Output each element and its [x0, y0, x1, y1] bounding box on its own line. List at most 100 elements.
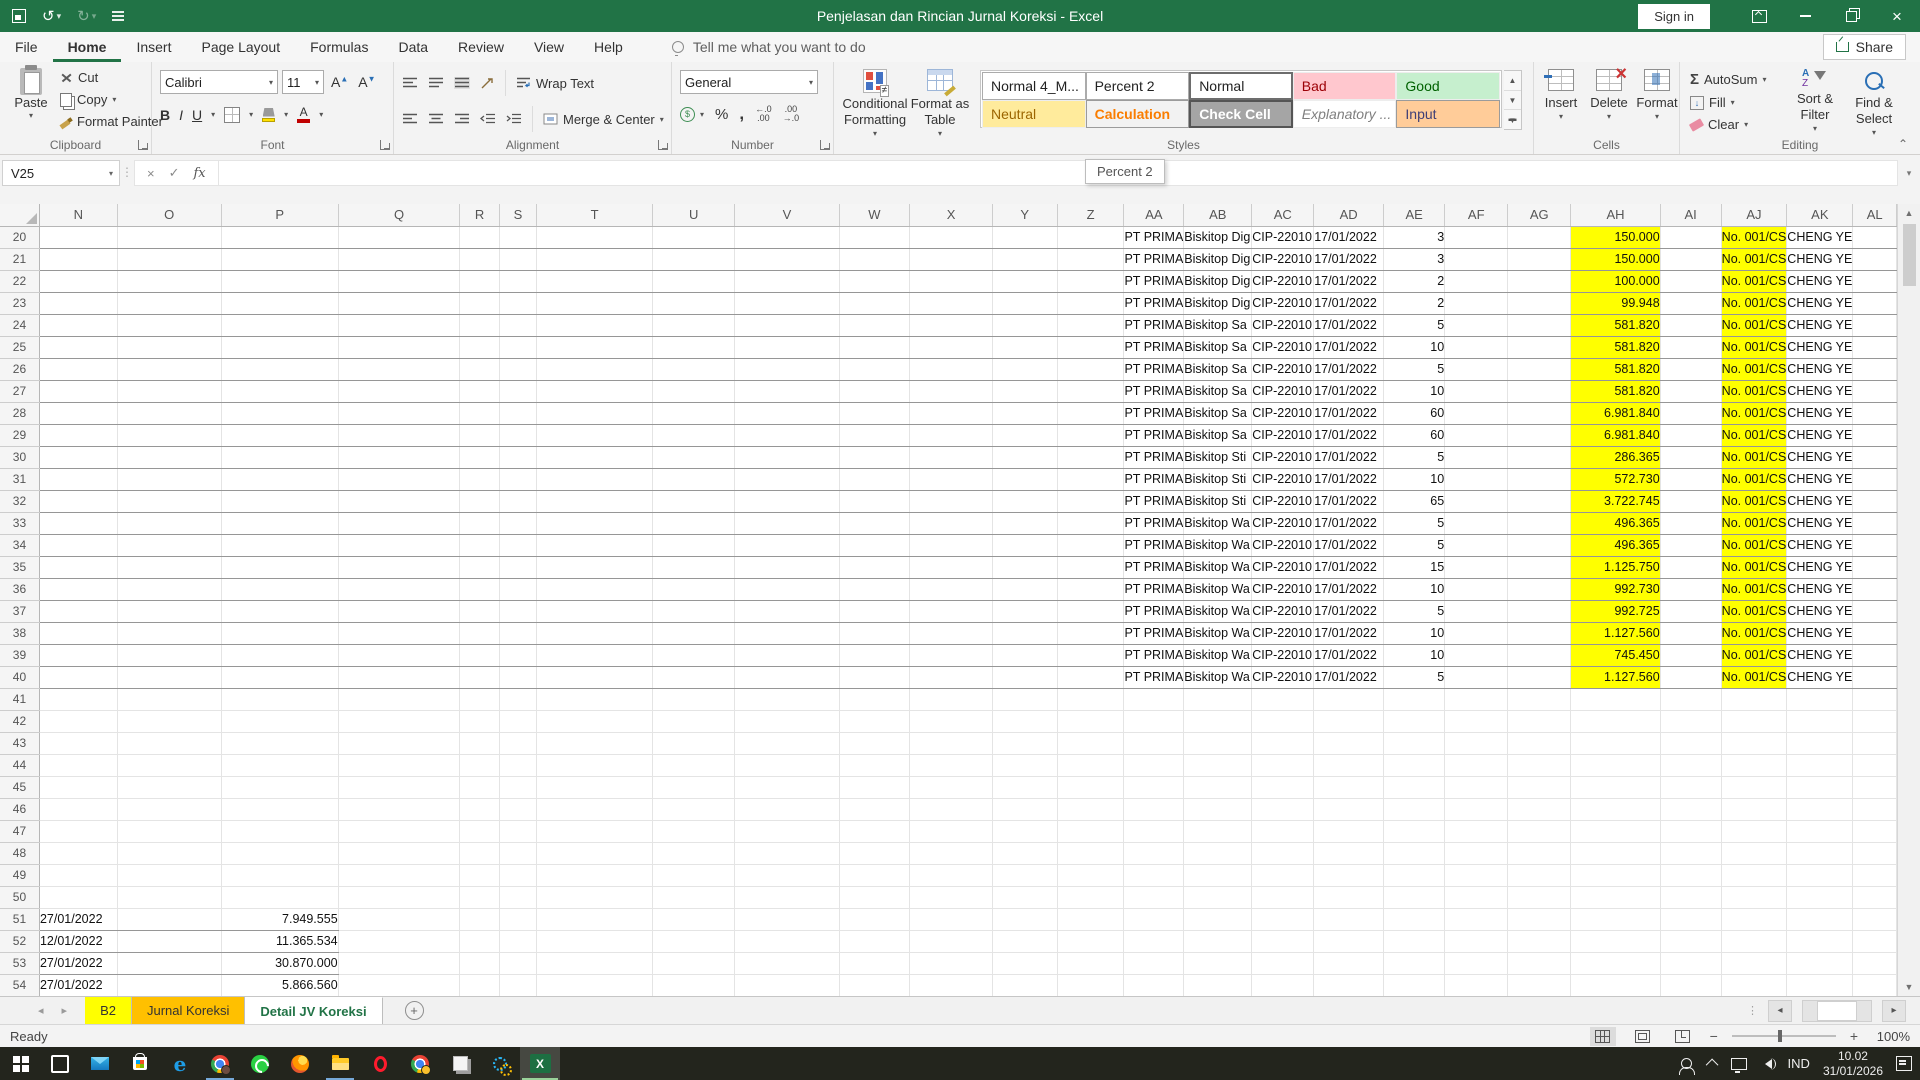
- grid-cell[interactable]: [1787, 776, 1853, 798]
- grid-cell[interactable]: 7.949.555: [221, 908, 338, 930]
- grid-cell[interactable]: [1384, 688, 1445, 710]
- grid-cell[interactable]: [537, 732, 653, 754]
- grid-cell[interactable]: [1124, 908, 1184, 930]
- grid-cell[interactable]: [460, 930, 499, 952]
- grid-cell[interactable]: [1184, 754, 1252, 776]
- grid-cell[interactable]: [652, 820, 735, 842]
- grid-cell[interactable]: [1124, 710, 1184, 732]
- find-select-button[interactable]: Find & Select ▾: [1846, 69, 1902, 138]
- grid-cell[interactable]: [652, 424, 735, 446]
- grid-cell[interactable]: [1445, 952, 1508, 974]
- grid-cell[interactable]: [537, 556, 653, 578]
- grid-cell[interactable]: No. 001/CS: [1721, 446, 1787, 468]
- grid-cell[interactable]: [499, 776, 536, 798]
- grid-cell[interactable]: 5: [1384, 534, 1445, 556]
- grid-cell[interactable]: [117, 358, 221, 380]
- grid-cell[interactable]: 3: [1384, 248, 1445, 270]
- grid-cell[interactable]: [1660, 314, 1721, 336]
- grid-cell[interactable]: [910, 226, 992, 248]
- grid-cell[interactable]: [117, 512, 221, 534]
- column-header-U[interactable]: U: [652, 204, 735, 226]
- merge-center-button[interactable]: Merge & Center ▾: [543, 112, 664, 127]
- grid-cell[interactable]: PT PRIMA: [1124, 446, 1184, 468]
- grid-cell[interactable]: 5: [1384, 600, 1445, 622]
- grid-cell[interactable]: [652, 446, 735, 468]
- bold-button[interactable]: B: [160, 107, 170, 123]
- grid-cell[interactable]: [39, 468, 117, 490]
- grid-cell[interactable]: [499, 600, 536, 622]
- grid-cell[interactable]: [1384, 842, 1445, 864]
- grid-cell[interactable]: CIP-22010: [1252, 600, 1314, 622]
- grid-cell[interactable]: [992, 556, 1057, 578]
- zoom-level[interactable]: 100%: [1872, 1029, 1910, 1044]
- fill-button[interactable]: ↓Fill▾: [1690, 95, 1767, 110]
- column-header-W[interactable]: W: [839, 204, 910, 226]
- grid-cell[interactable]: [499, 446, 536, 468]
- grid-cell[interactable]: No. 001/CS: [1721, 468, 1787, 490]
- grid-cell[interactable]: [910, 358, 992, 380]
- grid-cell[interactable]: [1057, 600, 1124, 622]
- column-header-AK[interactable]: AK: [1787, 204, 1853, 226]
- grid-cell[interactable]: CIP-22010: [1252, 270, 1314, 292]
- grid-cell[interactable]: [1252, 930, 1314, 952]
- grid-cell[interactable]: No. 001/CS: [1721, 666, 1787, 688]
- column-header-AE[interactable]: AE: [1384, 204, 1445, 226]
- grid-cell[interactable]: [735, 600, 839, 622]
- grid-cell[interactable]: [1445, 930, 1508, 952]
- grid-cell[interactable]: 17/01/2022: [1314, 578, 1384, 600]
- column-header-T[interactable]: T: [537, 204, 653, 226]
- grid-cell[interactable]: [39, 666, 117, 688]
- grid-cell[interactable]: 10: [1384, 622, 1445, 644]
- grid-cell[interactable]: Biskitop Dig: [1184, 248, 1252, 270]
- column-header-X[interactable]: X: [910, 204, 992, 226]
- grid-cell[interactable]: [1057, 864, 1124, 886]
- grid-cell[interactable]: [1384, 908, 1445, 930]
- grid-cell[interactable]: [117, 864, 221, 886]
- grid-cell[interactable]: CHENG YE: [1787, 512, 1853, 534]
- row-header-41[interactable]: 41: [0, 688, 39, 710]
- grid-cell[interactable]: CIP-22010: [1252, 512, 1314, 534]
- grid-cell[interactable]: [1445, 842, 1508, 864]
- grid-cell[interactable]: 27/01/2022: [39, 974, 117, 996]
- grid-cell[interactable]: [1853, 842, 1897, 864]
- grid-cell[interactable]: [1057, 666, 1124, 688]
- dialog-launcher-icon[interactable]: [380, 140, 390, 150]
- grid-cell[interactable]: [1057, 446, 1124, 468]
- grid-cell[interactable]: [1787, 842, 1853, 864]
- grid-cell[interactable]: 150.000: [1571, 248, 1660, 270]
- grid-cell[interactable]: [1721, 820, 1787, 842]
- grid-cell[interactable]: [1508, 380, 1571, 402]
- grid-cell[interactable]: [1384, 732, 1445, 754]
- grid-cell[interactable]: [1660, 864, 1721, 886]
- grid-cell[interactable]: Biskitop Wa: [1184, 666, 1252, 688]
- grid-cell[interactable]: [1445, 864, 1508, 886]
- grid-cell[interactable]: [39, 314, 117, 336]
- grid-cell[interactable]: [1508, 798, 1571, 820]
- grid-cell[interactable]: CIP-22010: [1252, 622, 1314, 644]
- grid-cell[interactable]: [652, 622, 735, 644]
- grid-cell[interactable]: [1057, 490, 1124, 512]
- grid-cell[interactable]: [1124, 754, 1184, 776]
- grid-cell[interactable]: [652, 402, 735, 424]
- grid-cell[interactable]: [992, 622, 1057, 644]
- grid-cell[interactable]: PT PRIMA: [1124, 468, 1184, 490]
- grid-cell[interactable]: PT PRIMA: [1124, 226, 1184, 248]
- grid-cell[interactable]: [992, 688, 1057, 710]
- grid-cell[interactable]: [460, 776, 499, 798]
- grid-cell[interactable]: [117, 710, 221, 732]
- tray-chevron-up-icon[interactable]: [1705, 1059, 1718, 1072]
- grid-cell[interactable]: [1508, 820, 1571, 842]
- grid-cell[interactable]: [117, 446, 221, 468]
- sticky-notes-app[interactable]: [440, 1047, 480, 1080]
- grid-cell[interactable]: CIP-22010: [1252, 468, 1314, 490]
- grid-cell[interactable]: [1787, 688, 1853, 710]
- grid-cell[interactable]: [338, 534, 460, 556]
- grid-cell[interactable]: [117, 468, 221, 490]
- grid-cell[interactable]: [1445, 578, 1508, 600]
- grid-cell[interactable]: PT PRIMA: [1124, 248, 1184, 270]
- grid-cell[interactable]: [839, 842, 910, 864]
- grid-cell[interactable]: [1384, 820, 1445, 842]
- grid-cell[interactable]: [338, 930, 460, 952]
- grid-cell[interactable]: [338, 270, 460, 292]
- grid-cell[interactable]: [839, 864, 910, 886]
